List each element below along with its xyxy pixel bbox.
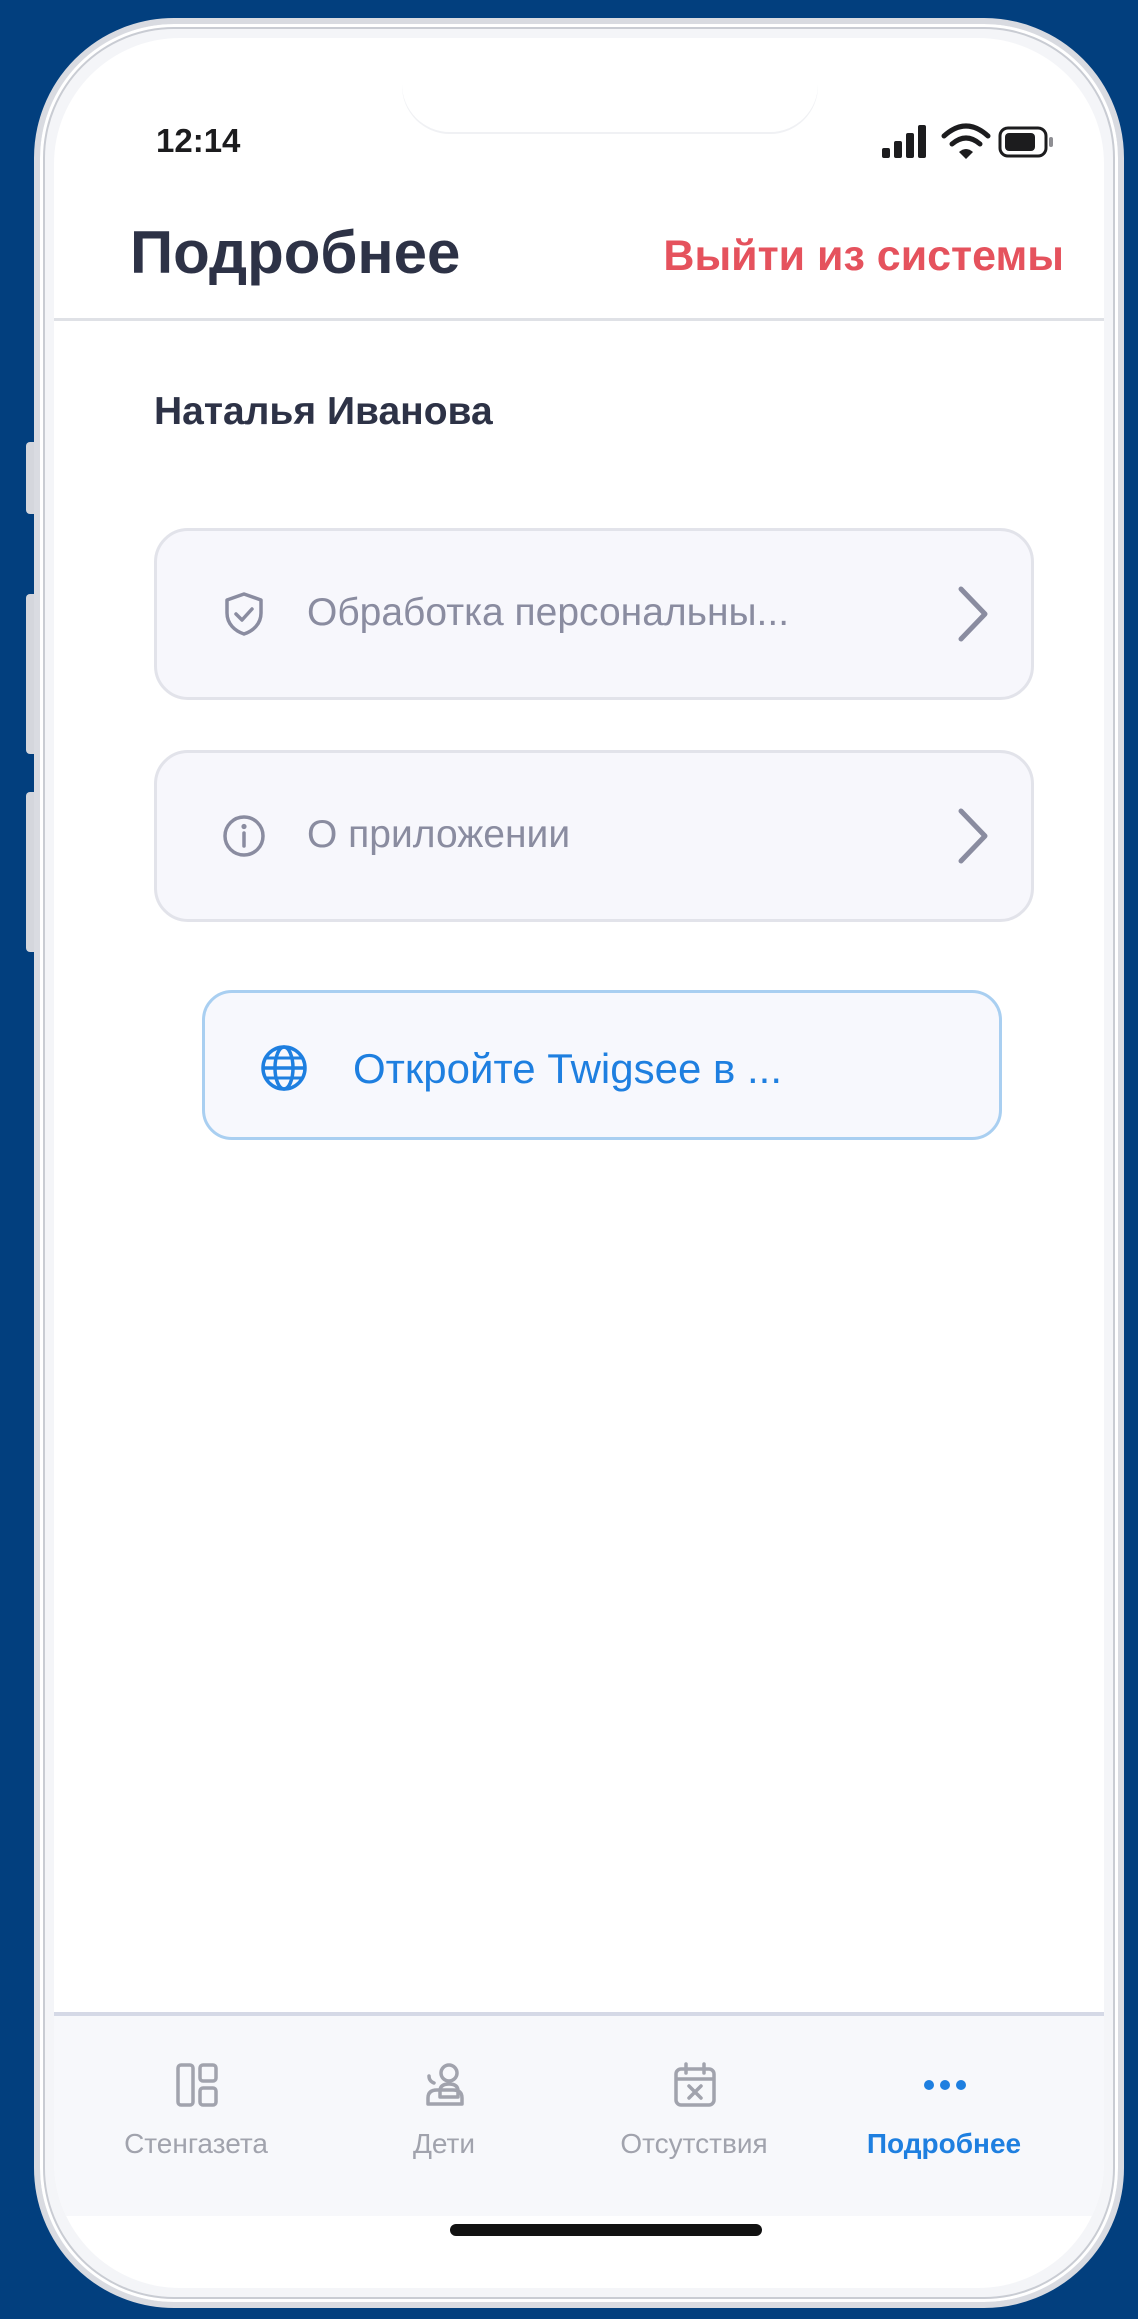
tab-bar: Стенгазета Дети Отсутствия Подробнее bbox=[54, 2012, 1104, 2216]
status-time: 12:14 bbox=[156, 122, 241, 159]
personal-data-label: Обработка персональны... bbox=[307, 591, 790, 634]
notch bbox=[402, 38, 818, 132]
logout-button[interactable]: Выйти из системы bbox=[663, 232, 1064, 281]
children-icon bbox=[426, 2063, 464, 2106]
open-web-label: Откройте Twigsee в ... bbox=[353, 1045, 782, 1092]
chevron-right-icon bbox=[958, 586, 988, 642]
calendar-x-icon bbox=[674, 2062, 716, 2107]
home-indicator bbox=[450, 2224, 762, 2236]
personal-data-row[interactable]: Обработка персональны... bbox=[154, 528, 1034, 700]
tab-wall[interactable]: Стенгазета bbox=[76, 2060, 316, 2190]
tab-absences-label: Отсутствия bbox=[620, 2128, 768, 2159]
info-icon bbox=[223, 815, 265, 857]
signal-icon bbox=[882, 125, 926, 158]
more-dots-icon bbox=[924, 2080, 966, 2090]
open-web-button[interactable]: Откройте Twigsee в ... bbox=[202, 990, 1002, 1140]
dashboard-icon bbox=[176, 2063, 218, 2107]
tab-children-label: Дети bbox=[412, 2128, 476, 2159]
page-title: Подробнее bbox=[130, 219, 461, 286]
wifi-icon bbox=[941, 123, 991, 159]
user-name: Наталья Иванова bbox=[154, 390, 493, 433]
tab-children[interactable]: Дети bbox=[324, 2060, 564, 2190]
globe-icon bbox=[261, 1045, 307, 1091]
chevron-right-icon bbox=[958, 808, 988, 864]
about-app-row[interactable]: О приложении bbox=[154, 750, 1034, 922]
phone-screen: 12:14 Подробнее Выйти из системы Наталья… bbox=[54, 38, 1104, 2288]
tab-wall-label: Стенгазета bbox=[124, 2128, 268, 2159]
battery-icon bbox=[998, 126, 1053, 158]
page-header: Подробнее Выйти из системы bbox=[54, 188, 1104, 321]
tab-more-label: Подробнее bbox=[866, 2128, 1022, 2159]
shield-check-icon bbox=[225, 592, 263, 636]
tab-more[interactable]: Подробнее bbox=[824, 2060, 1064, 2190]
about-app-label: О приложении bbox=[307, 813, 571, 856]
tab-absences[interactable]: Отсутствия bbox=[574, 2060, 814, 2190]
status-icons bbox=[876, 122, 1056, 162]
phone-frame: 12:14 Подробнее Выйти из системы Наталья… bbox=[34, 18, 1124, 2308]
